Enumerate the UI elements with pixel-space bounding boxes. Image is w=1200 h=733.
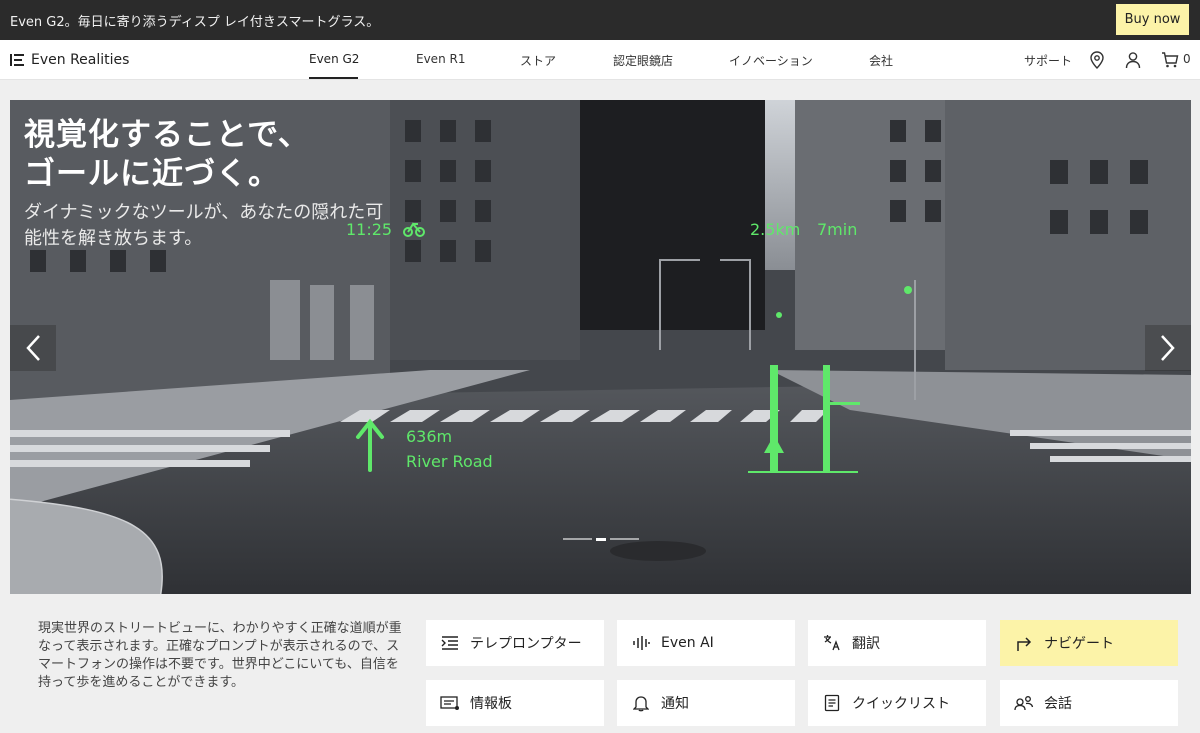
announcement-text: Even G2。毎日に寄り添うディスプ レイ付きスマートグラス。: [10, 14, 380, 30]
feature-label: 翻訳: [852, 636, 880, 652]
hero-banner: 視覚化することで、 ゴールに近づく。 ダイナミックなツールが、あなたの隠れた可能…: [10, 100, 1191, 594]
brand-mark-icon: [10, 54, 24, 66]
conversation-icon: [1014, 693, 1034, 713]
feature-label: 会話: [1044, 696, 1072, 712]
hero-title: 視覚化することで、 ゴールに近づく。: [24, 117, 310, 192]
nav-item-innovation[interactable]: イノベーション: [729, 52, 813, 69]
feature-teleprompter-button[interactable]: テレプロンプター: [426, 620, 604, 666]
hud-time: 11:25: [346, 220, 393, 239]
user-icon[interactable]: [1123, 50, 1143, 70]
slide-dot[interactable]: [610, 538, 639, 540]
feature-label: 情報板: [470, 696, 512, 712]
feature-quicklist-button[interactable]: クイックリスト: [808, 680, 986, 726]
hud-distance: 2.5km: [750, 220, 801, 239]
feature-label: テレプロンプター: [470, 636, 582, 652]
dashboard-icon: [440, 693, 460, 713]
slide-dot[interactable]: [563, 538, 592, 540]
translate-icon: [822, 633, 842, 653]
slide-indicator[interactable]: [563, 538, 639, 541]
waveform-icon: [631, 633, 651, 653]
feature-notification-button[interactable]: 通知: [617, 680, 795, 726]
turn-right-arrow-icon: [1014, 633, 1034, 653]
nav-item-even-g2[interactable]: Even G2: [309, 52, 359, 66]
hud-street-name: River Road: [406, 452, 493, 471]
cart-icon[interactable]: [1160, 50, 1180, 70]
hero-subtitle: ダイナミックなツールが、あなたの隠れた可能性を解き放ちます。: [24, 202, 384, 249]
brand-logo[interactable]: Even Realities: [10, 52, 129, 68]
active-nav-indicator: [309, 77, 358, 79]
feature-label: クイックリスト: [852, 696, 950, 712]
nav-item-store[interactable]: ストア: [520, 52, 556, 69]
hud-minutes: 7min: [817, 220, 858, 239]
hud-turn-distance: 636m: [406, 427, 453, 446]
teleprompter-icon: [440, 633, 460, 653]
cart-count: 0: [1183, 52, 1191, 66]
feature-even-ai-button[interactable]: Even AI: [617, 620, 795, 666]
brand-name: Even Realities: [31, 52, 130, 68]
location-pin-icon[interactable]: [1087, 50, 1107, 70]
slide-dot-active[interactable]: [596, 538, 606, 541]
feature-description: 現実世界のストリートビューに、わかりやすく正確な道順が重なって表示されます。正確…: [38, 621, 402, 690]
nav-item-even-r1[interactable]: Even R1: [416, 52, 465, 66]
nav-item-certified-opticians[interactable]: 認定眼鏡店: [613, 52, 673, 69]
feature-label: ナビゲート: [1044, 636, 1114, 652]
nav-support-link[interactable]: サポート: [1024, 52, 1072, 69]
chevron-left-icon: [26, 335, 40, 361]
hero-prev-button[interactable]: [10, 325, 56, 371]
feature-navigate-button[interactable]: ナビゲート: [1000, 620, 1178, 666]
buy-now-button[interactable]: Buy now: [1116, 4, 1189, 35]
chevron-right-icon: [1161, 335, 1175, 361]
list-icon: [822, 693, 842, 713]
bell-icon: [631, 693, 651, 713]
hero-next-button[interactable]: [1145, 325, 1191, 371]
feature-label: 通知: [661, 696, 689, 712]
announcement-bar: Even G2。毎日に寄り添うディスプ レイ付きスマートグラス。 Buy now: [0, 0, 1200, 40]
feature-label: Even AI: [661, 635, 714, 651]
main-navigation: Even Realities Even G2 Even R1 ストア 認定眼鏡店…: [0, 40, 1200, 80]
feature-translate-button[interactable]: 翻訳: [808, 620, 986, 666]
feature-dashboard-button[interactable]: 情報板: [426, 680, 604, 726]
nav-item-company[interactable]: 会社: [869, 52, 893, 69]
feature-conversation-button[interactable]: 会話: [1000, 680, 1178, 726]
